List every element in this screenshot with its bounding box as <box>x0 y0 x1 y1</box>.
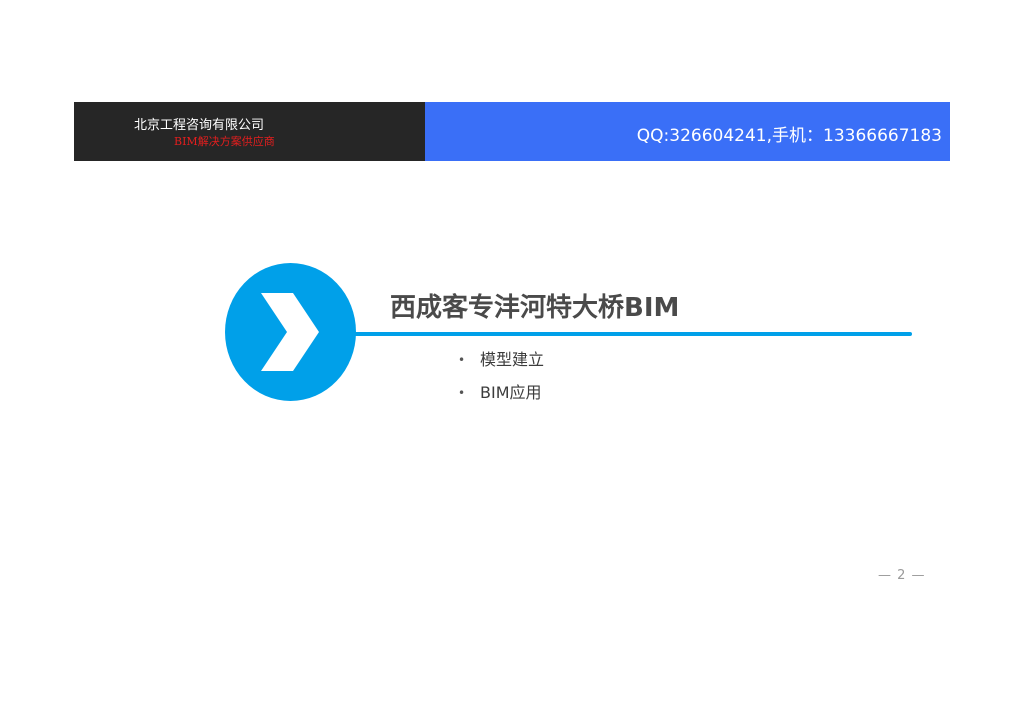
header-bar: 北京工程咨询有限公司 BIM解决方案供应商 QQ:326604241,手机：13… <box>74 102 950 161</box>
chevron-badge <box>225 263 356 401</box>
bullet-list: • 模型建立 • BIM应用 <box>458 348 544 414</box>
list-item: • BIM应用 <box>458 381 544 414</box>
list-item-label: 模型建立 <box>480 350 545 369</box>
section-title: 西成客专沣河特大桥BIM <box>390 293 680 323</box>
company-name: 北京工程咨询有限公司 <box>134 118 265 133</box>
contact-banner: QQ:326604241,手机：13366667183 <box>425 102 950 161</box>
company-slogan: BIM解决方案供应商 <box>174 135 275 148</box>
title-underline <box>340 332 912 336</box>
company-banner: 北京工程咨询有限公司 BIM解决方案供应商 <box>74 102 425 161</box>
chevron-right-icon <box>261 293 319 371</box>
bullet-marker: • <box>458 386 466 400</box>
contact-info: QQ:326604241,手机：13366667183 <box>636 126 942 146</box>
list-item: • 模型建立 <box>458 348 544 381</box>
list-item-label: BIM应用 <box>480 383 542 402</box>
bullet-marker: • <box>458 353 466 367</box>
page-number: — 2 — <box>878 568 926 583</box>
